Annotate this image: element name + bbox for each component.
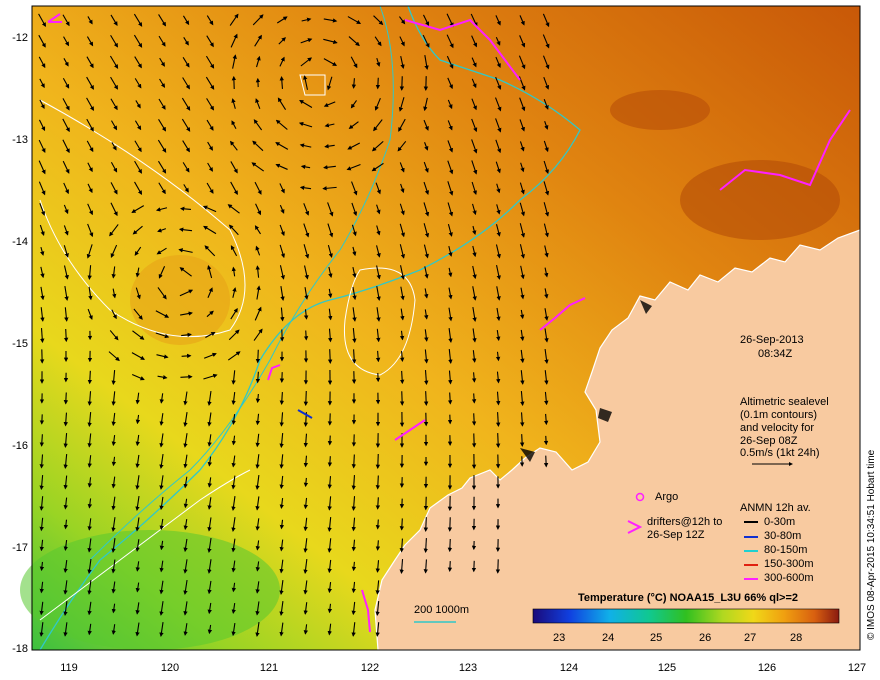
anmn-depth-label: 0-30m <box>764 516 796 528</box>
velocity-arrow <box>255 393 261 404</box>
lat-tick: -15 <box>12 338 28 350</box>
velocity-arrow <box>447 538 453 553</box>
velocity-arrow <box>375 540 381 551</box>
velocity-arrow <box>519 434 525 447</box>
velocity-arrow <box>279 392 285 406</box>
drifters-label: 26-Sep 12Z <box>647 529 705 541</box>
lat-tick: -16 <box>12 440 28 452</box>
velocity-arrow <box>375 350 381 363</box>
velocity-arrow <box>180 374 193 380</box>
colorbar-tick: 26 <box>699 632 712 644</box>
velocity-arrow <box>375 77 381 90</box>
velocity-arrow <box>375 454 381 470</box>
velocity-arrow <box>375 475 381 490</box>
warm-patch <box>130 255 230 345</box>
velocity-arrow <box>63 392 69 405</box>
cool-patch <box>20 530 280 650</box>
altimetry-note-line: 0.5m/s (1kt 24h) <box>740 447 820 459</box>
velocity-arrow <box>181 353 192 359</box>
lon-tick: 119 <box>60 662 78 674</box>
lon-tick: 121 <box>259 662 279 674</box>
velocity-arrow <box>447 561 453 573</box>
anmn-depth-label: 150-300m <box>764 558 814 570</box>
colorbar-title: Temperature (°C) NOAA15_L3U 66% ql>=2 <box>578 592 798 604</box>
argo-label: Argo <box>655 491 679 503</box>
lon-tick: 126 <box>757 662 777 674</box>
credit-text: © IMOS 08-Apr-2015 10:34:51 Hobart time <box>866 449 877 640</box>
anmn-depth-label: 30-80m <box>764 530 802 542</box>
map-date: 26-Sep-2013 <box>740 334 804 346</box>
velocity-arrow <box>447 392 453 405</box>
velocity-arrow <box>423 391 429 406</box>
velocity-arrow <box>87 370 93 385</box>
velocity-arrow <box>39 434 45 447</box>
altimetry-note-line: and velocity for <box>740 422 814 434</box>
anmn-depth-label: 300-600m <box>764 572 814 584</box>
lat-tick: -13 <box>12 134 28 146</box>
lat-tick: -12 <box>12 32 28 44</box>
velocity-arrow <box>255 349 261 364</box>
velocity-arrow <box>375 497 381 510</box>
velocity-arrow <box>327 456 333 467</box>
colorbar-tick: 24 <box>602 632 615 644</box>
altimetry-note-line: (0.1m contours) <box>740 409 818 421</box>
warm-patch <box>610 90 710 130</box>
lon-tick: 122 <box>360 662 380 674</box>
velocity-arrow <box>351 454 357 469</box>
colorbar-tick: 23 <box>553 632 566 644</box>
anmn-depth-label: 80-150m <box>764 544 808 556</box>
velocity-arrow <box>327 349 333 364</box>
lon-tick: 127 <box>847 662 867 674</box>
isobath-legend-label: 200 1000m <box>414 604 470 616</box>
velocity-arrow <box>399 518 405 531</box>
velocity-arrow <box>255 371 261 384</box>
lat-tick: -17 <box>12 542 28 554</box>
velocity-arrow <box>399 370 405 385</box>
velocity-arrow <box>375 519 381 530</box>
anmn-legend-title: ANMN 12h av. <box>740 502 811 514</box>
colorbar-tick: 25 <box>650 632 663 644</box>
velocity-arrow <box>471 413 477 426</box>
velocity-arrow <box>63 328 69 343</box>
velocity-arrow <box>471 393 477 404</box>
lon-tick: 124 <box>559 662 579 674</box>
colorbar-tick: 27 <box>744 632 757 644</box>
velocity-arrow <box>423 517 429 532</box>
lat-tick: -18 <box>12 643 28 655</box>
colorbar <box>532 608 840 624</box>
map-time: 08:34Z <box>758 348 793 360</box>
velocity-arrow <box>303 391 309 407</box>
velocity-arrow <box>303 330 309 341</box>
lon-tick: 120 <box>160 662 180 674</box>
velocity-arrow <box>495 433 501 449</box>
lon-tick: 125 <box>657 662 677 674</box>
lat-tick: -14 <box>12 236 28 248</box>
altimetry-note-line: Altimetric sealevel <box>740 396 829 408</box>
velocity-arrow <box>543 413 549 426</box>
drifters-label: drifters@12h to <box>647 516 723 528</box>
colorbar-tick: 28 <box>790 632 803 644</box>
lon-tick: 123 <box>458 662 478 674</box>
